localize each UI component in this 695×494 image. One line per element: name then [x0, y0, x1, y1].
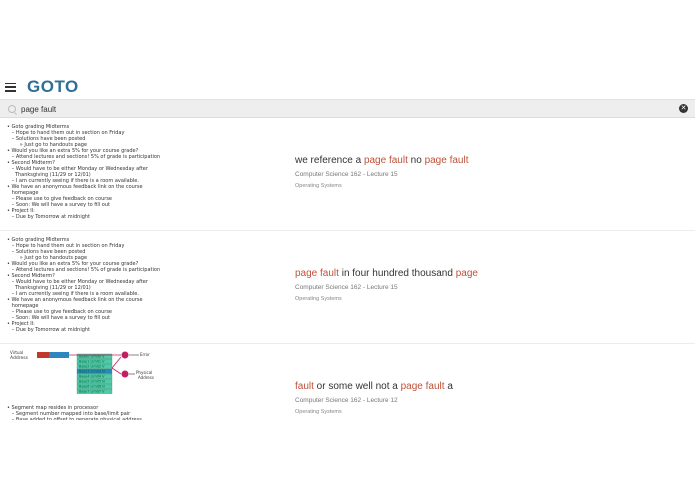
- segment-table: Base0 Limit0 VBase1 Limit1 VBase2 Limit2…: [76, 353, 113, 394]
- title-text: in four hundred thousand: [338, 268, 456, 279]
- menu-icon[interactable]: [5, 82, 16, 92]
- slide-text: • Goto grading Midterms – Hope to hand t…: [7, 124, 162, 220]
- segment-table-row-label: Base3 Limit3 N: [79, 370, 105, 374]
- title-text: we reference a: [295, 155, 364, 166]
- slide-text: • Segment map resides in processor – Seg…: [7, 405, 162, 420]
- title-text: or some well not a: [313, 381, 401, 392]
- top-bar: GOTO: [0, 75, 695, 99]
- result-course: Computer Science 162 - Lecture 15: [295, 284, 398, 291]
- title-highlight: page fault: [400, 381, 445, 392]
- slide-text: • Goto grading Midterms – Hope to hand t…: [7, 237, 162, 333]
- result-info: fault or some well not a page fault a Co…: [295, 381, 453, 415]
- result-category: Operating Systems: [295, 183, 342, 189]
- adder-circle: [121, 370, 129, 378]
- app-logo[interactable]: GOTO: [27, 77, 79, 97]
- slide-line: – Due by Tomorrow at midnight: [7, 214, 91, 220]
- segment-table-row-label: Base5 Limit5 N: [79, 380, 105, 384]
- result-title[interactable]: we reference a page fault no page fault: [295, 155, 469, 166]
- title-text: no: [407, 155, 425, 166]
- segment-table-row-label: Base6 Limit6 N: [79, 385, 105, 389]
- result-category: Operating Systems: [295, 409, 342, 415]
- result-item[interactable]: • Goto grading Midterms – Hope to hand t…: [0, 231, 695, 344]
- slide-line: – Due by Tomorrow at midnight: [7, 327, 91, 333]
- result-title[interactable]: fault or some well not a page fault a: [295, 381, 453, 392]
- diagram-physical-address-label: Address: [138, 375, 154, 380]
- title-highlight: page fault: [363, 155, 408, 166]
- title-highlight: page fault: [424, 155, 469, 166]
- title-text: a: [444, 381, 453, 392]
- result-course: Computer Science 162 - Lecture 12: [295, 397, 398, 404]
- segment-table-row-label: Base1 Limit1 V: [79, 360, 105, 364]
- title-highlight: page fault: [295, 268, 339, 279]
- title-highlight: page: [455, 268, 478, 279]
- segment-table-row-label: Base4 Limit4 V: [79, 375, 105, 379]
- slide-line: – Base added to offset to generate physi…: [7, 417, 142, 420]
- offset-box: [49, 352, 69, 358]
- segment-map-diagram: Virtual Address Base0 Limit0 VBase1 Limi…: [10, 350, 154, 394]
- slide-thumbnail[interactable]: • Goto grading Midterms – Hope to hand t…: [7, 124, 162, 220]
- result-item[interactable]: Virtual Address Base0 Limit0 V Base1 Limi…: [0, 344, 695, 420]
- segment-table-row-label: Base7 Limit7 V: [79, 390, 105, 394]
- slide-thumbnail[interactable]: • Goto grading Midterms – Hope to hand t…: [7, 237, 162, 333]
- result-info: page fault in four hundred thousand page…: [295, 268, 478, 302]
- app-window: GOTO ✕ • Goto grading Midterms – Hope to…: [0, 75, 695, 420]
- diagram-address-label: Address: [10, 355, 29, 361]
- result-item[interactable]: • Goto grading Midterms – Hope to hand t…: [0, 118, 695, 231]
- compare-circle: [121, 351, 129, 359]
- result-category: Operating Systems: [295, 296, 342, 302]
- slide-thumbnail[interactable]: Virtual Address Base0 Limit0 V Base1 Limi…: [7, 350, 162, 420]
- results-list: • Goto grading Midterms – Hope to hand t…: [0, 118, 695, 420]
- result-course: Computer Science 162 - Lecture 15: [295, 171, 398, 178]
- result-title[interactable]: page fault in four hundred thousand page: [295, 268, 478, 279]
- result-info: we reference a page fault no page fault …: [295, 155, 469, 189]
- diagram-error-label: Error: [140, 352, 150, 357]
- diagram-virtual-label: Virtual: [10, 350, 23, 355]
- search-bar: ✕: [0, 99, 695, 118]
- search-input[interactable]: [21, 102, 661, 116]
- seg-number-box: [37, 352, 49, 358]
- title-highlight: fault: [295, 381, 314, 392]
- search-icon: [8, 105, 16, 113]
- segment-table-row-label: Base2 Limit2 V: [79, 365, 105, 369]
- clear-search-icon[interactable]: ✕: [679, 104, 688, 113]
